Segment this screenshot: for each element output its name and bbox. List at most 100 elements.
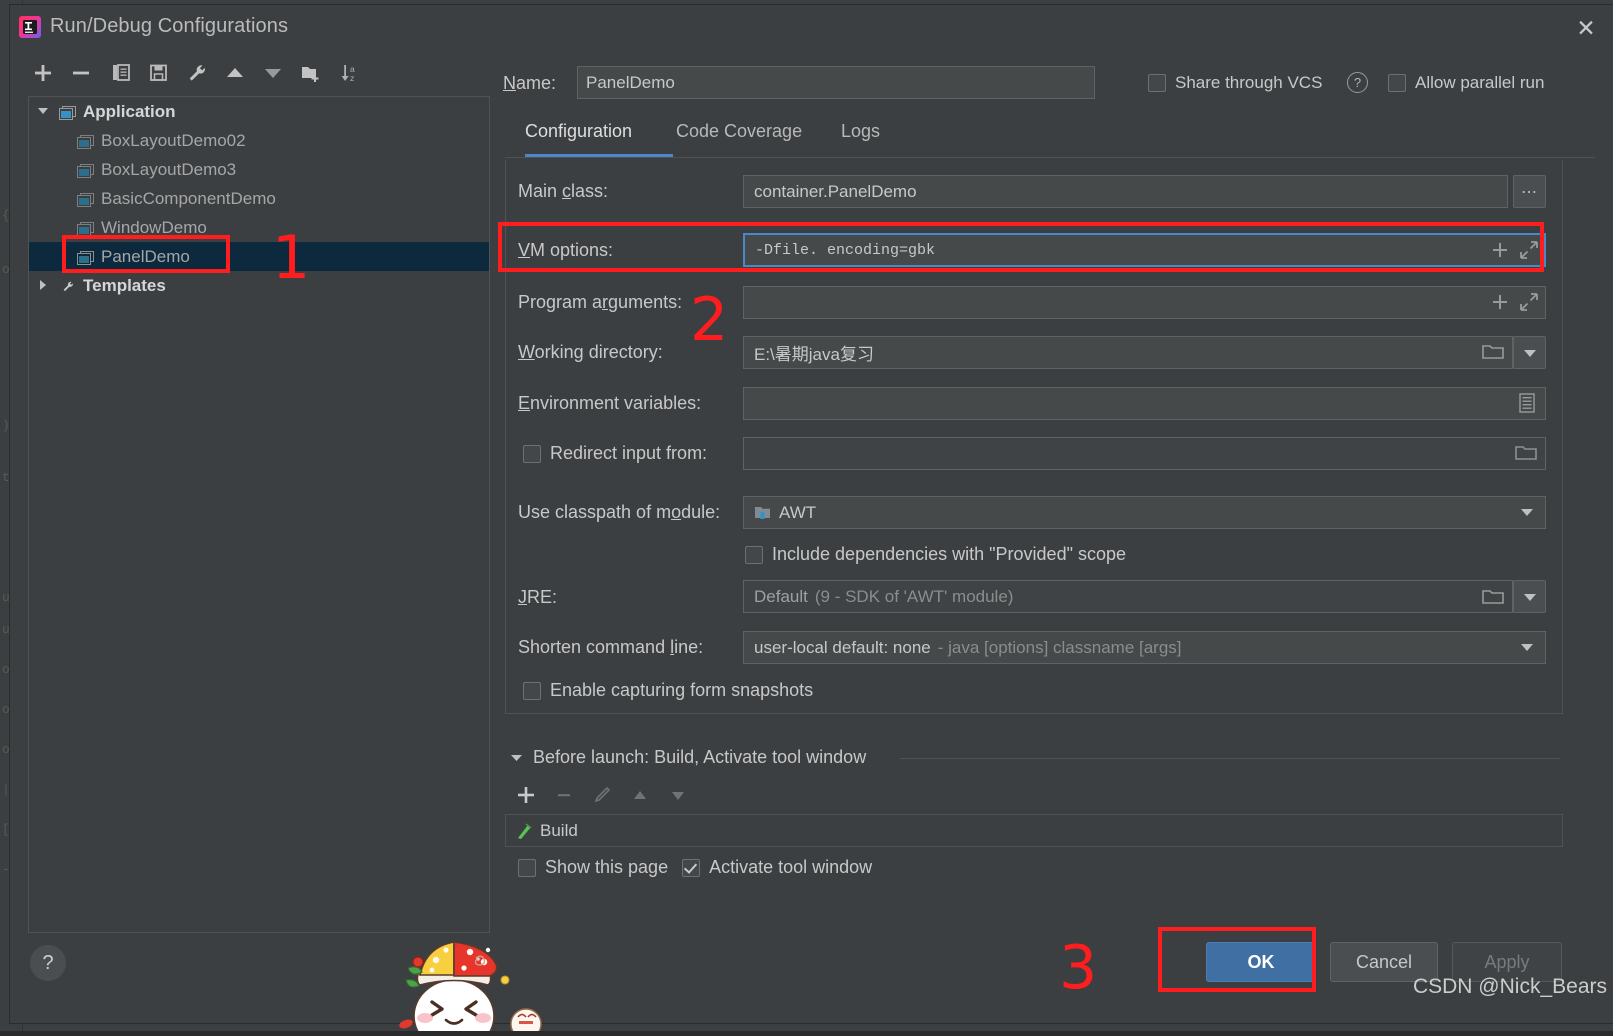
program-arguments-input[interactable]	[743, 286, 1546, 319]
plus-icon[interactable]	[513, 782, 539, 808]
watermark: CSDN @Nick_Bears	[1412, 975, 1607, 998]
before-launch-task-label: Build	[540, 820, 578, 840]
folder-icon[interactable]	[1480, 585, 1506, 609]
tab-label: Logs	[841, 121, 881, 141]
tree-item-label: BoxLayoutDemo3	[101, 159, 237, 179]
name-input[interactable]: PanelDemo	[577, 66, 1095, 99]
folder-icon[interactable]	[1480, 340, 1506, 364]
use-classpath-of-module-value: AWT	[779, 502, 817, 522]
configurations-tree[interactable]: Application BoxLayoutDemo02 BoxLayoutDem…	[28, 96, 490, 933]
tree-item-label: Templates	[83, 275, 166, 295]
vm-options-value: -Dfile. encoding=gbk	[755, 241, 936, 259]
checkbox-box[interactable]	[1388, 74, 1406, 92]
triangle-down-icon[interactable]	[37, 102, 53, 122]
redirect-input-from-input[interactable]	[743, 437, 1546, 470]
include-provided-scope-checkbox[interactable]: Include dependencies with "Provided" sco…	[745, 544, 1126, 565]
checkbox-box[interactable]	[682, 858, 701, 877]
configuration-tabs: Configuration Code Coverage Logs	[505, 121, 1595, 159]
arrow-down-icon	[665, 782, 691, 808]
allow-parallel-run-checkbox[interactable]: Allow parallel run	[1388, 73, 1544, 93]
close-icon[interactable]: ✕	[1571, 14, 1601, 44]
before-launch-header[interactable]: Before launch: Build, Activate tool wind…	[510, 747, 866, 768]
tree-item-label: PanelDemo	[101, 246, 190, 266]
plus-icon[interactable]	[28, 58, 58, 88]
chevron-down-icon[interactable]	[1513, 336, 1546, 369]
use-classpath-of-module-select[interactable]: AWT	[743, 496, 1546, 529]
dialog-title: Run/Debug Configurations	[50, 15, 289, 37]
before-launch-options: Show this page Activate tool window	[518, 857, 872, 878]
redirect-input-from-checkbox[interactable]: Redirect input from:	[523, 443, 707, 464]
activate-tool-window-checkbox[interactable]: Activate tool window	[682, 857, 872, 878]
tree-item-boxlayoutdemo02[interactable]: BoxLayoutDemo02	[29, 126, 489, 155]
ok-button[interactable]: OK	[1206, 942, 1316, 982]
save-icon[interactable]	[144, 58, 174, 88]
arrow-up-icon[interactable]	[220, 58, 250, 88]
checkbox-box[interactable]	[523, 444, 541, 463]
folder-icon[interactable]	[1513, 441, 1539, 465]
tab-code-coverage[interactable]: Code Coverage	[676, 121, 802, 157]
triangle-right-icon[interactable]	[37, 276, 53, 296]
chevron-down-icon[interactable]	[1515, 501, 1539, 523]
svg-text:z: z	[350, 73, 354, 83]
wrench-icon	[59, 279, 76, 293]
ellipsis-button[interactable]: ⋯	[1513, 175, 1546, 208]
application-icon	[77, 134, 94, 149]
wrench-icon[interactable]	[182, 58, 212, 88]
intellij-idea-icon	[18, 15, 42, 39]
main-class-input[interactable]: container.PanelDemo	[743, 175, 1508, 208]
share-through-vcs-checkbox[interactable]: Share through VCS	[1148, 73, 1322, 93]
triangle-down-icon[interactable]	[510, 751, 523, 764]
jre-value-hint: (9 - SDK of 'AWT' module)	[814, 586, 1014, 606]
working-directory-label: Working directory:	[518, 342, 663, 362]
tree-item-label: Application	[83, 101, 176, 121]
minus-icon[interactable]	[66, 58, 96, 88]
show-this-page-checkbox[interactable]: Show this page	[518, 857, 668, 878]
application-icon	[77, 250, 94, 265]
share-through-vcs-label: Share through VCS	[1175, 73, 1323, 92]
configurations-toolbar: a z	[28, 58, 373, 94]
folder-plus-icon[interactable]	[296, 58, 326, 88]
shorten-command-line-select[interactable]: user-local default: none - java [options…	[743, 631, 1546, 664]
working-directory-input[interactable]: E:\暑期java复习	[743, 336, 1513, 369]
tab-label: Code Coverage	[676, 121, 803, 141]
environment-variables-input[interactable]	[743, 387, 1546, 420]
expand-icon[interactable]	[1517, 238, 1541, 262]
vm-options-input[interactable]: -Dfile. encoding=gbk	[743, 233, 1546, 267]
checkbox-box[interactable]	[518, 858, 536, 877]
expand-icon[interactable]	[1517, 290, 1541, 314]
question-mark-icon[interactable]: ?	[1347, 72, 1368, 93]
before-launch-task-list[interactable]: Build	[505, 814, 1563, 847]
checkbox-box[interactable]	[745, 545, 763, 564]
tree-item-boxlayoutdemo3[interactable]: BoxLayoutDemo3	[29, 155, 489, 184]
pencil-icon	[589, 782, 615, 808]
redirect-input-from-label: Redirect input from:	[550, 443, 708, 463]
tab-label: Configuration	[525, 121, 633, 141]
tab-logs[interactable]: Logs	[841, 121, 880, 157]
chevron-down-icon[interactable]	[1513, 580, 1546, 613]
tree-item-application[interactable]: Application	[29, 97, 489, 126]
dialog-titlebar: Run/Debug Configurations ✕	[10, 5, 1613, 51]
chevron-down-icon[interactable]	[1515, 636, 1539, 658]
enable-form-snapshots-checkbox[interactable]: Enable capturing form snapshots	[523, 680, 813, 701]
vm-options-label: VM options:	[518, 240, 614, 260]
tree-item-basiccomponentdemo[interactable]: BasicComponentDemo	[29, 184, 489, 213]
plus-icon[interactable]	[1488, 238, 1512, 262]
jre-select[interactable]: Default (9 - SDK of 'AWT' module)	[743, 580, 1513, 613]
tree-item-windowdemo[interactable]: WindowDemo	[29, 213, 489, 242]
build-hammer-icon	[515, 822, 533, 840]
shorten-command-line-label: Shorten command line:	[518, 637, 704, 657]
env-list-icon[interactable]	[1515, 391, 1539, 415]
tree-item-paneldemo[interactable]: PanelDemo	[29, 242, 489, 271]
show-this-page-label: Show this page	[545, 857, 669, 877]
plus-icon[interactable]	[1488, 290, 1512, 314]
sort-az-icon[interactable]: a z	[334, 58, 364, 88]
tree-item-templates[interactable]: Templates	[29, 271, 489, 300]
checkbox-box[interactable]	[1148, 74, 1166, 92]
arrow-up-icon	[627, 782, 653, 808]
arrow-down-icon[interactable]	[258, 58, 288, 88]
checkbox-box[interactable]	[523, 681, 541, 700]
help-button[interactable]: ?	[30, 945, 66, 981]
copy-icon[interactable]	[106, 58, 136, 88]
snowman-sticker	[392, 928, 552, 1036]
tab-configuration[interactable]: Configuration	[525, 121, 673, 157]
